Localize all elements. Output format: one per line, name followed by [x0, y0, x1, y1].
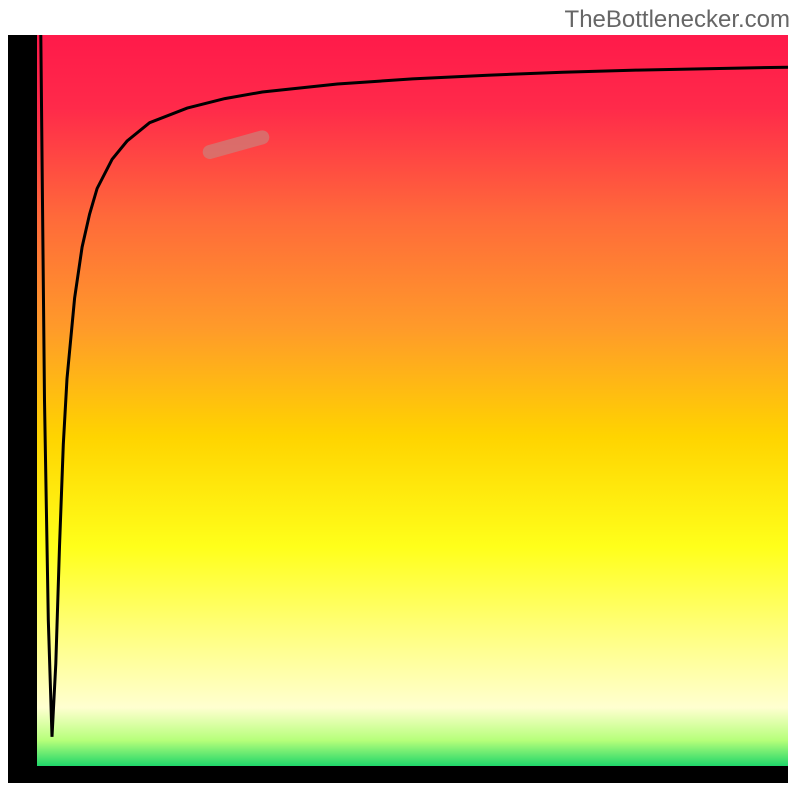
- chart-svg: [0, 0, 800, 800]
- watermark-text: TheBottlenecker.com: [565, 6, 790, 34]
- x-axis: [8, 766, 788, 783]
- plot-background: [37, 35, 788, 766]
- y-axis: [8, 35, 37, 780]
- bottleneck-chart: TheBottlenecker.com: [0, 0, 800, 800]
